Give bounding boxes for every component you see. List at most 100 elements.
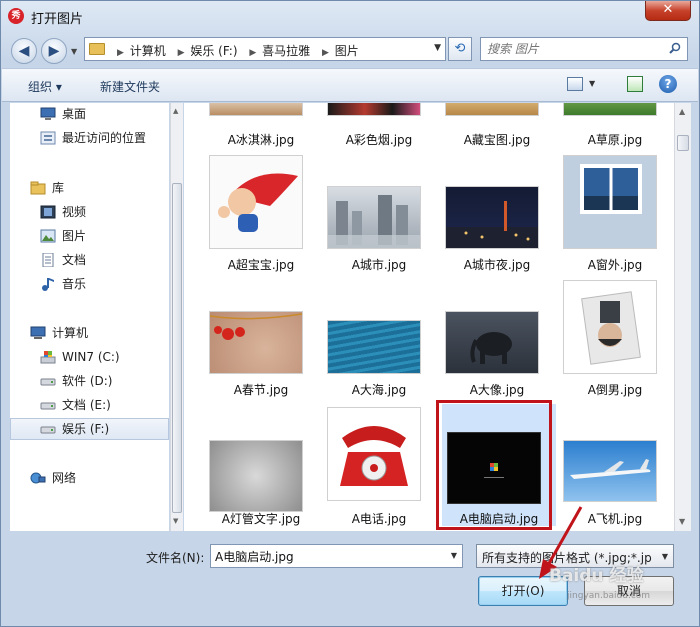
address-dropdown-icon[interactable]: ▼ <box>434 43 441 53</box>
elephant-picture <box>470 332 512 364</box>
search-input[interactable] <box>487 41 657 57</box>
file-tile[interactable]: A春节.jpg <box>206 278 316 403</box>
file-tile[interactable]: A窗外.jpg <box>560 153 670 278</box>
pictures-icon <box>40 229 56 243</box>
breadcrumb-item-computer[interactable]: 计算机 <box>130 44 166 58</box>
thumbnail-image <box>327 407 421 501</box>
breadcrumb-separator-icon[interactable]: ▶ <box>322 48 329 58</box>
window-title: 打开图片 <box>31 12 84 27</box>
file-name: A电话.jpg <box>351 512 407 526</box>
nav-item-documents[interactable]: 文档 <box>10 249 169 271</box>
nav-item-label: 网络 <box>52 471 77 485</box>
nav-item-label: 文档 (E:) <box>62 398 111 412</box>
filename-input[interactable] <box>215 548 435 564</box>
filename-dropdown-icon[interactable]: ▼ <box>451 551 457 560</box>
nav-item-libraries[interactable]: 库 <box>10 177 169 199</box>
thumbnail-image <box>563 155 657 249</box>
breadcrumb: ▶ 计算机 ▶ 娱乐 (F:) ▶ 喜马拉雅 ▶ 图片 <box>111 42 361 59</box>
nav-item-videos[interactable]: 视频 <box>10 201 169 223</box>
filename-combobox[interactable]: ▼ <box>210 544 463 568</box>
file-name: A倒男.jpg <box>587 383 643 397</box>
spring-festival-picture <box>209 313 303 340</box>
back-button[interactable]: ◀ <box>11 38 37 64</box>
city-picture <box>328 195 420 248</box>
nav-item-pictures[interactable]: 图片 <box>10 225 169 247</box>
thumbnail-image <box>563 280 657 374</box>
nav-item-label: 计算机 <box>52 326 89 340</box>
city-night-picture <box>446 201 538 248</box>
scroll-up-icon[interactable]: ▲ <box>679 107 685 116</box>
file-tile[interactable]: A城市.jpg <box>324 153 434 278</box>
nav-item-label: 软件 (D:) <box>62 374 113 388</box>
open-file-dialog: 秀 打开图片 ✕ ◀ ▶ ▼ ▶ 计算机 ▶ 娱乐 (F:) ▶ 喜马拉雅 ▶ … <box>0 0 700 627</box>
file-tile[interactable]: A倒男.jpg <box>560 278 670 403</box>
new-folder-button[interactable]: 新建文件夹 <box>100 78 160 95</box>
help-icon[interactable]: ? <box>659 75 677 93</box>
file-name: A春节.jpg <box>233 383 289 397</box>
file-tile[interactable]: A城市夜.jpg <box>442 153 552 278</box>
scroll-up-icon[interactable]: ▲ <box>173 107 178 115</box>
file-tile[interactable]: A电话.jpg <box>324 403 434 528</box>
nav-item-desktop[interactable]: 桌面 <box>10 103 169 125</box>
file-name: A窗外.jpg <box>587 258 643 272</box>
documents-icon <box>42 253 54 267</box>
navigation-pane: 桌面 最近访问的位置 库 视频 图片 文档 音乐 计算机 WIN7 (C:) 软… <box>10 103 169 531</box>
video-icon <box>40 205 56 219</box>
library-icon <box>30 181 46 195</box>
nav-item-recent-places[interactable]: 最近访问的位置 <box>10 127 169 149</box>
thumbnail-image <box>209 311 303 374</box>
window-view-picture <box>580 164 642 214</box>
nav-item-drive-d[interactable]: 软件 (D:) <box>10 370 169 392</box>
forward-button[interactable]: ▶ <box>41 38 67 64</box>
breadcrumb-separator-icon[interactable]: ▶ <box>117 48 124 58</box>
scroll-thumb[interactable] <box>172 183 182 513</box>
nav-item-label: WIN7 (C:) <box>62 350 120 364</box>
nav-item-music[interactable]: 音乐 <box>10 273 169 295</box>
scroll-down-icon[interactable]: ▼ <box>173 517 178 525</box>
file-tile[interactable]: A大海.jpg <box>324 278 434 403</box>
drive-icon <box>40 378 56 386</box>
breadcrumb-item-drive-f[interactable]: 娱乐 (F:) <box>190 44 237 58</box>
breadcrumb-item-folder[interactable]: 喜马拉雅 <box>262 44 310 58</box>
watermark-subtext: jingyan.baidu.com <box>567 591 651 601</box>
drive-icon <box>40 426 56 434</box>
nav-item-drive-c[interactable]: WIN7 (C:) <box>10 346 169 368</box>
nav-item-network[interactable]: 网络 <box>10 467 169 489</box>
file-name: A灯管文字.jpg <box>221 512 301 526</box>
thumbnail-image <box>563 103 657 116</box>
breadcrumb-separator-icon[interactable]: ▶ <box>249 48 256 58</box>
file-tile[interactable]: A大像.jpg <box>442 278 552 403</box>
close-button[interactable]: ✕ <box>645 1 691 21</box>
navigation-scrollbar[interactable]: ▲ ▼ <box>170 103 183 531</box>
address-bar[interactable]: ▶ 计算机 ▶ 娱乐 (F:) ▶ 喜马拉雅 ▶ 图片 ▼ <box>84 37 446 61</box>
thumbnail-image <box>209 103 303 116</box>
file-name: A藏宝图.jpg <box>463 133 531 147</box>
command-bar: 组织 ▾ 新建文件夹 ▼ ? <box>2 68 698 102</box>
file-name: A城市.jpg <box>351 258 407 272</box>
file-name: A冰淇淋.jpg <box>227 133 295 147</box>
file-type-dropdown-icon[interactable]: ▼ <box>662 552 668 561</box>
nav-item-computer[interactable]: 计算机 <box>10 322 169 344</box>
scroll-thumb[interactable] <box>677 135 689 151</box>
recent-pages-dropdown-icon[interactable]: ▼ <box>71 47 77 56</box>
watermark-text: Baidu 经验 <box>549 566 644 586</box>
change-view-icon[interactable] <box>567 77 583 91</box>
nav-item-drive-f[interactable]: 娱乐 (F:) <box>10 418 169 440</box>
view-options-dropdown-icon[interactable]: ▼ <box>589 79 595 88</box>
search-box[interactable] <box>480 37 688 61</box>
preview-pane-icon[interactable] <box>627 76 643 92</box>
nav-item-drive-e[interactable]: 文档 (E:) <box>10 394 169 416</box>
file-list-scrollbar[interactable]: ▲ ▼ <box>674 103 691 531</box>
folder-icon <box>89 43 105 55</box>
organize-button[interactable]: 组织 ▾ <box>28 78 62 95</box>
breadcrumb-separator-icon[interactable]: ▶ <box>178 48 185 58</box>
app-logo-icon: 秀 <box>8 8 24 24</box>
thumbnail-image <box>209 155 303 249</box>
refresh-button[interactable]: ⟲ <box>448 37 472 61</box>
nav-item-label: 最近访问的位置 <box>62 131 147 145</box>
file-tile[interactable]: A灯管文字.jpg <box>206 403 316 528</box>
breadcrumb-item-pictures[interactable]: 图片 <box>335 44 359 58</box>
scroll-down-icon[interactable]: ▼ <box>679 517 685 526</box>
thumbnail-image <box>327 186 421 249</box>
file-tile[interactable]: A超宝宝.jpg <box>206 153 316 278</box>
